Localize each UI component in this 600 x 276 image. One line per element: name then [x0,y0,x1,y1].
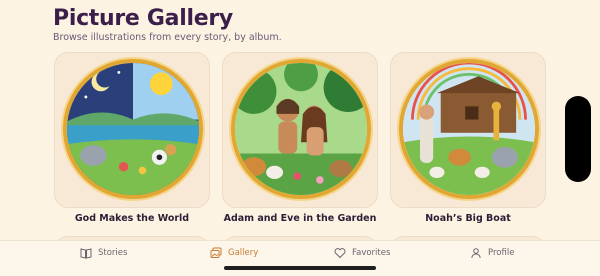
gallery-caption: God Makes the World [74,213,190,224]
side-overlay-pill [565,96,591,182]
gallery-caption: Noah’s Big Boat [425,213,511,224]
page-subtitle: Browse illustrations from every story, b… [53,32,282,43]
garden-illustration [231,59,371,199]
nav-item-gallery[interactable]: Gallery [210,245,258,261]
nav-label: Profile [488,248,515,258]
nav-item-stories[interactable]: Stories [80,245,127,261]
nav-label: Gallery [228,248,259,258]
gallery-card-god-makes-the-world[interactable] [54,52,210,208]
bottom-nav: Stories Gallery Favorites Profile [0,240,600,276]
gallery-card-adam-and-eve[interactable] [222,52,378,208]
nav-item-favorites[interactable]: Favorites [334,245,390,261]
home-indicator[interactable] [224,266,376,270]
nav-label: Favorites [352,248,391,258]
nav-item-profile[interactable]: Profile [470,245,514,261]
heart-icon [334,248,346,259]
creation-illustration [63,59,203,199]
book-icon [80,248,92,259]
person-icon [471,248,481,259]
page-title: Picture Gallery [53,6,233,31]
gallery-card-noahs-big-boat[interactable] [390,52,546,208]
gallery-caption: Adam and Eve in the Garden [223,213,377,224]
ark-illustration [399,59,539,199]
gallery-icon [210,247,222,258]
nav-label: Stories [98,248,128,258]
